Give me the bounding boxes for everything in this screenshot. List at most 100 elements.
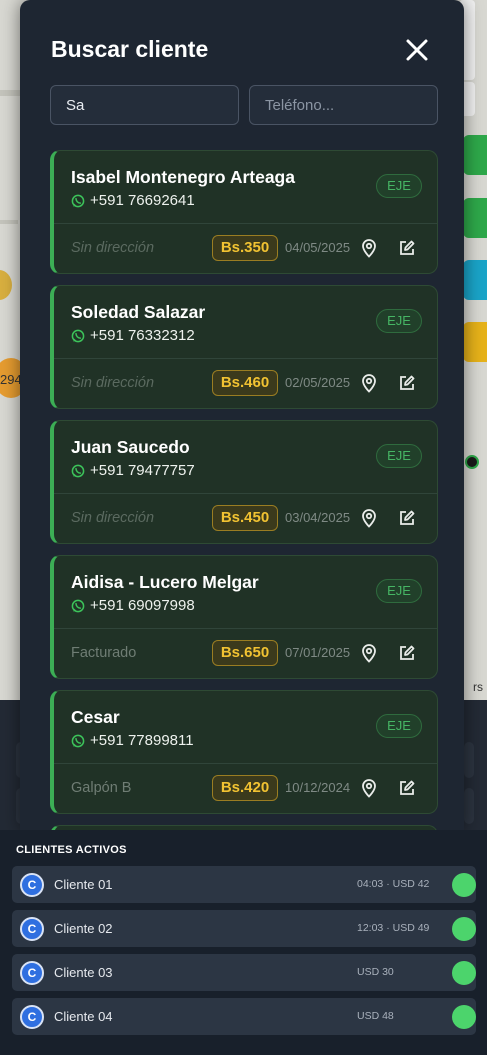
client-date: 04/05/2025 xyxy=(285,240,351,255)
client-phone-row: +591 79477757 xyxy=(71,462,195,479)
client-date: 02/05/2025 xyxy=(285,375,351,390)
client-name: Cliente 03 xyxy=(54,965,113,980)
map-credit: rs xyxy=(473,680,483,694)
map-side-tab[interactable] xyxy=(463,198,487,238)
client-phone: +591 77899811 xyxy=(90,732,194,749)
client-meta: USD 30 xyxy=(357,966,394,978)
client-phone-row: +591 77899811 xyxy=(71,732,194,749)
client-address: Sin dirección xyxy=(71,375,155,391)
client-name: Cliente 01 xyxy=(54,877,113,892)
client-address: Sin dirección xyxy=(71,240,155,256)
map-marker[interactable] xyxy=(0,270,12,300)
client-meta: 04:03 · USD 42 xyxy=(357,878,430,890)
list-item[interactable]: C Cliente 03 USD 30 xyxy=(12,954,476,991)
status-badge: EJE xyxy=(376,309,422,333)
map-side-tab[interactable] xyxy=(463,260,487,300)
map-road xyxy=(0,90,20,96)
amount-badge: Bs.350 xyxy=(212,235,278,261)
status-dot xyxy=(452,917,476,941)
client-name: Aidisa - Lucero Melgar xyxy=(71,572,259,592)
edit-icon[interactable] xyxy=(398,644,416,662)
client-name: Juan Saucedo xyxy=(71,437,190,457)
map-side-tab[interactable] xyxy=(463,322,487,362)
amount-badge: Bs.420 xyxy=(212,775,278,801)
search-client-modal: Buscar cliente Isabel Montenegro Arteaga… xyxy=(20,0,464,830)
client-card[interactable]: Juan Saucedo +591 79477757 EJE Sin direc… xyxy=(50,420,438,544)
close-icon[interactable] xyxy=(404,37,430,63)
location-pin-icon[interactable] xyxy=(360,508,378,528)
client-phone-row: +591 76332312 xyxy=(71,327,195,344)
client-name: Cesar xyxy=(71,707,120,727)
whatsapp-icon xyxy=(71,734,85,747)
modal-title: Buscar cliente xyxy=(51,36,209,62)
avatar: C xyxy=(20,873,44,897)
status-dot xyxy=(452,873,476,897)
card-divider xyxy=(54,493,437,494)
underlying-field xyxy=(464,788,474,824)
location-pin-icon[interactable] xyxy=(360,643,378,663)
edit-icon[interactable] xyxy=(398,509,416,527)
status-dot xyxy=(452,1005,476,1029)
whatsapp-icon xyxy=(71,599,85,612)
active-clients-list: C Cliente 01 04:03 · USD 42 C Cliente 02… xyxy=(12,866,476,1042)
search-phone-input[interactable] xyxy=(249,85,438,125)
list-item[interactable]: C Cliente 04 USD 48 xyxy=(12,998,476,1035)
amount-badge: Bs.450 xyxy=(212,505,278,531)
edit-icon[interactable] xyxy=(398,779,416,797)
whatsapp-icon xyxy=(71,464,85,477)
whatsapp-icon xyxy=(71,194,85,207)
client-phone: +591 76332312 xyxy=(90,327,195,344)
client-meta: USD 48 xyxy=(357,1010,394,1022)
location-pin-icon[interactable] xyxy=(360,778,378,798)
client-date: 07/01/2025 xyxy=(285,645,351,660)
amount-badge: Bs.460 xyxy=(212,370,278,396)
client-card[interactable]: Cesar +591 77899811 EJE Galpón B Bs.420 … xyxy=(50,690,438,814)
client-date: 03/04/2025 xyxy=(285,510,351,525)
avatar: C xyxy=(20,917,44,941)
card-divider xyxy=(54,763,437,764)
status-badge: EJE xyxy=(376,174,422,198)
map-marker[interactable] xyxy=(465,455,479,469)
map-number-label: 294 xyxy=(0,372,22,387)
amount-badge: Bs.650 xyxy=(212,640,278,666)
client-card[interactable]: Aidisa - Lucero Melgar +591 69097998 EJE… xyxy=(50,555,438,679)
client-address: Sin dirección xyxy=(71,510,155,526)
map-road xyxy=(0,220,18,224)
section-title: CLIENTES ACTIVOS xyxy=(16,844,127,856)
client-name: Cliente 04 xyxy=(54,1009,113,1024)
edit-icon[interactable] xyxy=(398,374,416,392)
client-address: Galpón B xyxy=(71,780,132,796)
list-item[interactable]: C Cliente 01 04:03 · USD 42 xyxy=(12,866,476,903)
map-side-tab[interactable] xyxy=(463,135,487,175)
location-pin-icon[interactable] xyxy=(360,238,378,258)
list-item[interactable]: C Cliente 02 12:03 · USD 49 xyxy=(12,910,476,947)
underlying-field xyxy=(464,742,474,778)
client-name: Isabel Montenegro Arteaga xyxy=(71,167,295,187)
client-phone-row: +591 69097998 xyxy=(71,597,195,614)
card-divider xyxy=(54,358,437,359)
card-divider xyxy=(54,628,437,629)
status-badge: EJE xyxy=(376,444,422,468)
client-name: Cliente 02 xyxy=(54,921,113,936)
results-list: Isabel Montenegro Arteaga +591 76692641 … xyxy=(50,150,438,830)
client-phone: +591 69097998 xyxy=(90,597,195,614)
location-pin-icon[interactable] xyxy=(360,373,378,393)
avatar: C xyxy=(20,961,44,985)
avatar: C xyxy=(20,1005,44,1029)
client-meta: 12:03 · USD 49 xyxy=(357,922,430,934)
active-clients-panel: CLIENTES ACTIVOS C Cliente 01 04:03 · US… xyxy=(0,830,487,1055)
client-address: Facturado xyxy=(71,645,137,661)
status-dot xyxy=(452,961,476,985)
edit-icon[interactable] xyxy=(398,239,416,257)
status-badge: EJE xyxy=(376,579,422,603)
whatsapp-icon xyxy=(71,329,85,342)
client-card[interactable]: Isabel Montenegro Arteaga +591 76692641 … xyxy=(50,150,438,274)
search-name-input[interactable] xyxy=(50,85,239,125)
client-card[interactable]: Soledad Salazar +591 76332312 EJE Sin di… xyxy=(50,285,438,409)
client-date: 10/12/2024 xyxy=(285,780,351,795)
client-phone: +591 76692641 xyxy=(90,192,195,209)
client-name: Soledad Salazar xyxy=(71,302,206,322)
status-badge: EJE xyxy=(376,714,422,738)
card-divider xyxy=(54,223,437,224)
client-phone-row: +591 76692641 xyxy=(71,192,195,209)
